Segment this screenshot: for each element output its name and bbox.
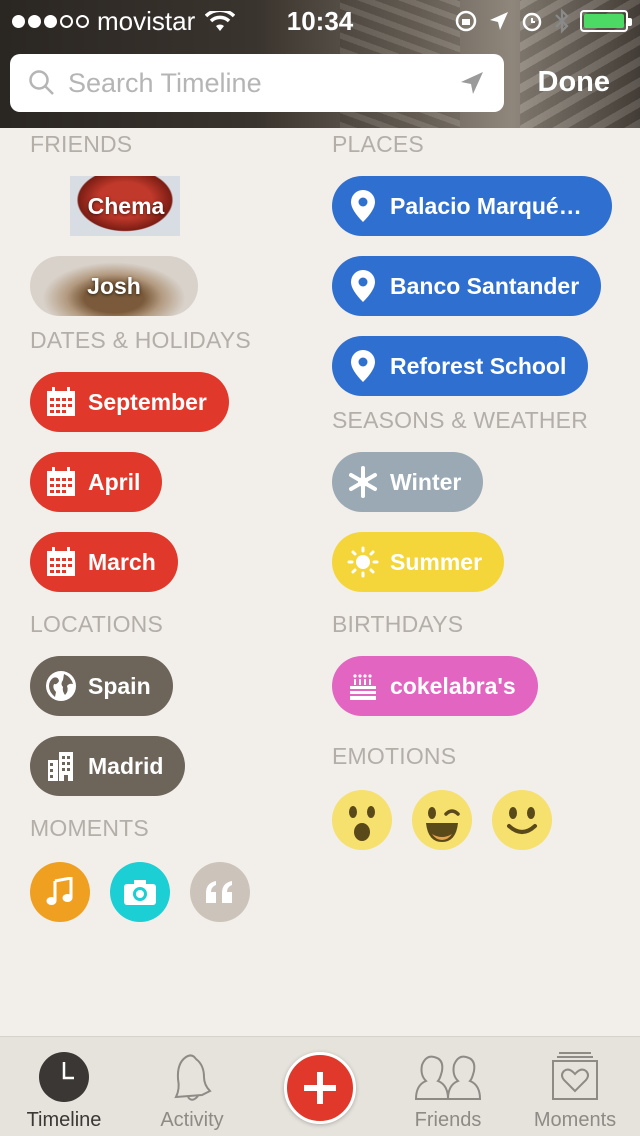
location-label: Spain bbox=[88, 672, 151, 699]
search-bar[interactable] bbox=[10, 54, 504, 112]
plus-icon bbox=[304, 1072, 336, 1104]
calendar-icon bbox=[44, 465, 78, 499]
section-title-birthdays: BIRTHDAYS bbox=[332, 611, 464, 637]
alarm-icon bbox=[522, 12, 542, 32]
calendar-icon bbox=[44, 385, 78, 419]
moments-box-heart-icon bbox=[549, 1051, 601, 1103]
search-input[interactable] bbox=[68, 67, 458, 99]
search-icon bbox=[29, 70, 54, 95]
place-pill-banco-santander[interactable]: Banco Santander bbox=[332, 256, 602, 316]
season-pill-winter[interactable]: Winter bbox=[332, 452, 484, 512]
section-title-moments: MOMENTS bbox=[30, 815, 149, 841]
date-label: March bbox=[88, 548, 156, 575]
location-pill-spain[interactable]: Spain bbox=[30, 656, 173, 716]
section-title-places: PLACES bbox=[332, 131, 424, 157]
tab-friends[interactable]: Friends bbox=[384, 1037, 512, 1136]
friend-pill-chema[interactable]: Chema bbox=[30, 176, 222, 236]
tab-label: Friends bbox=[414, 1109, 482, 1131]
friend-name: Josh bbox=[87, 272, 141, 299]
smiling-face-icon[interactable] bbox=[492, 790, 552, 850]
map-pin-icon bbox=[346, 269, 380, 303]
tab-label: Activity bbox=[160, 1109, 224, 1131]
people-icon bbox=[412, 1051, 484, 1103]
friend-pill-josh[interactable]: Josh bbox=[30, 256, 198, 316]
season-pill-summer[interactable]: Summer bbox=[332, 532, 505, 592]
moments-row bbox=[30, 862, 320, 922]
bluetooth-icon bbox=[555, 8, 569, 34]
date-pill-march[interactable]: March bbox=[30, 532, 178, 592]
calendar-icon bbox=[44, 545, 78, 579]
birthday-cake-icon bbox=[346, 669, 380, 703]
place-label: Palacio Marqué… bbox=[390, 192, 582, 219]
birthday-label: cokelabra's bbox=[390, 672, 516, 699]
date-pill-april[interactable]: April bbox=[30, 452, 163, 512]
surprised-face-icon[interactable] bbox=[332, 790, 392, 850]
location-arrow-icon bbox=[490, 12, 508, 30]
section-title-dates: DATES & HOLIDAYS bbox=[30, 327, 251, 353]
winking-face-icon[interactable] bbox=[412, 790, 472, 850]
map-pin-icon bbox=[346, 189, 380, 223]
section-title-locations: LOCATIONS bbox=[30, 611, 164, 637]
map-pin-icon bbox=[346, 349, 380, 383]
right-column: PLACES Palacio Marqué… Banco Santander R… bbox=[332, 128, 632, 850]
section-title-friends: FRIENDS bbox=[30, 131, 133, 157]
battery-icon bbox=[580, 10, 632, 32]
bell-icon bbox=[166, 1051, 218, 1103]
globe-icon bbox=[44, 669, 78, 703]
date-label: April bbox=[88, 468, 141, 495]
clock-icon bbox=[38, 1051, 90, 1103]
place-pill-palacio[interactable]: Palacio Marqué… bbox=[332, 176, 612, 236]
tab-moments[interactable]: Moments bbox=[511, 1037, 639, 1136]
birthday-pill-cokelabra[interactable]: cokelabra's bbox=[332, 656, 538, 716]
left-column: FRIENDS Chema Josh DATES & HOLIDAYS Sept… bbox=[30, 128, 320, 922]
season-label: Winter bbox=[390, 468, 462, 495]
season-label: Summer bbox=[390, 548, 483, 575]
add-moment-button[interactable] bbox=[284, 1052, 356, 1124]
date-label: September bbox=[88, 388, 207, 415]
place-pill-reforest-school[interactable]: Reforest School bbox=[332, 336, 589, 396]
done-button[interactable]: Done bbox=[538, 66, 611, 99]
tab-timeline[interactable]: Timeline bbox=[0, 1037, 128, 1136]
date-pill-september[interactable]: September bbox=[30, 372, 229, 432]
status-bar: movistar 10:34 bbox=[0, 0, 640, 40]
status-icons bbox=[454, 8, 632, 34]
location-label: Madrid bbox=[88, 752, 164, 779]
friend-name: Chema bbox=[87, 192, 165, 219]
rotation-lock-icon bbox=[455, 10, 477, 32]
location-pill-madrid[interactable]: Madrid bbox=[30, 736, 186, 796]
location-arrow-icon[interactable] bbox=[458, 69, 486, 97]
section-title-seasons: SEASONS & WEATHER bbox=[332, 407, 589, 433]
music-icon[interactable] bbox=[30, 862, 90, 922]
place-label: Reforest School bbox=[390, 352, 567, 379]
place-label: Banco Santander bbox=[390, 272, 580, 299]
camera-icon[interactable] bbox=[110, 862, 170, 922]
snowflake-icon bbox=[346, 465, 380, 499]
quote-icon[interactable] bbox=[190, 862, 250, 922]
sun-icon bbox=[346, 545, 380, 579]
emotions-row bbox=[332, 790, 632, 850]
tab-activity[interactable]: Activity bbox=[128, 1037, 256, 1136]
tab-label: Moments bbox=[533, 1109, 617, 1131]
city-buildings-icon bbox=[44, 749, 78, 783]
tab-label: Timeline bbox=[26, 1109, 102, 1131]
header: movistar 10:34 Search Timeline Done bbox=[0, 0, 640, 128]
section-title-emotions: EMOTIONS bbox=[332, 743, 457, 769]
